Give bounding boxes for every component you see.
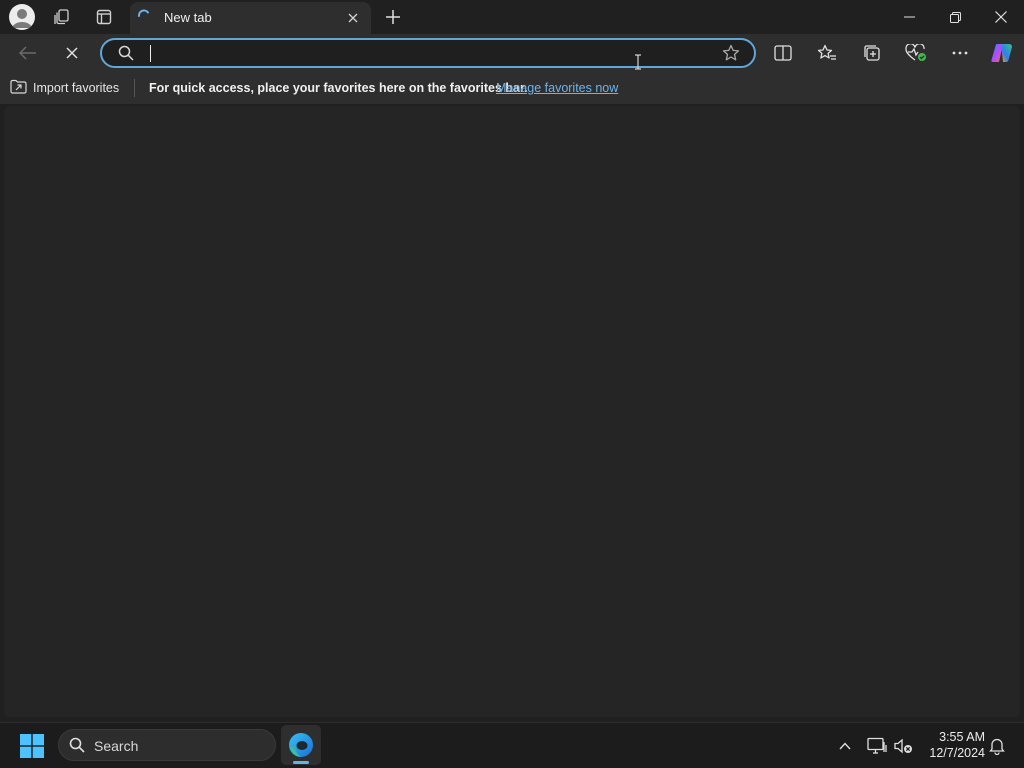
close-icon[interactable] xyxy=(341,6,365,30)
minimize-icon[interactable] xyxy=(886,0,932,34)
page-content[interactable] xyxy=(4,106,1020,717)
browser-essentials-icon[interactable] xyxy=(901,39,931,67)
manage-favorites-link[interactable]: Manage favorites now xyxy=(496,81,618,95)
collections-icon[interactable] xyxy=(857,39,887,67)
back-arrow-icon[interactable] xyxy=(13,39,43,67)
clock-time: 3:55 AM xyxy=(939,730,985,744)
clock-date: 12/7/2024 xyxy=(929,746,985,760)
taskbar-clock[interactable]: 3:55 AM 12/7/2024 xyxy=(919,729,985,761)
edge-icon[interactable] xyxy=(281,725,321,765)
windows-logo-icon[interactable] xyxy=(18,732,46,760)
search-icon xyxy=(69,737,85,758)
chevron-up-icon[interactable] xyxy=(833,734,857,758)
address-input[interactable] xyxy=(150,44,710,64)
vertical-tabs-icon[interactable] xyxy=(90,4,118,30)
import-folder-icon xyxy=(10,79,27,97)
text-cursor-icon xyxy=(634,54,642,75)
address-bar[interactable] xyxy=(100,38,756,68)
restore-icon[interactable] xyxy=(932,0,978,34)
favorites-bar: Import favorites For quick access, place… xyxy=(0,72,1024,104)
close-window-icon[interactable] xyxy=(978,0,1024,34)
search-icon xyxy=(118,45,134,66)
import-favorites-label: Import favorites xyxy=(33,81,120,95)
split-screen-icon[interactable] xyxy=(768,39,798,67)
star-icon[interactable] xyxy=(722,44,740,67)
import-favorites-button[interactable]: Import favorites xyxy=(10,79,119,97)
tab-title: New tab xyxy=(164,10,212,25)
plus-icon[interactable] xyxy=(380,4,406,30)
workspaces-icon[interactable] xyxy=(48,4,76,30)
taskbar-search-label: Search xyxy=(94,738,139,754)
divider xyxy=(134,79,135,97)
text-caret xyxy=(150,45,151,62)
taskbar: Search 3:55 AM 12/7/2024 xyxy=(0,722,1024,768)
notification-bell-icon[interactable] xyxy=(985,734,1009,758)
favorites-bar-message: For quick access, place your favorites h… xyxy=(149,81,528,95)
taskbar-search-box[interactable]: Search xyxy=(58,729,276,761)
loading-spinner-icon xyxy=(136,8,152,29)
browser-window: New tab Import favorites For quick acces… xyxy=(0,0,1024,722)
copilot-icon[interactable] xyxy=(987,39,1017,67)
favorites-icon[interactable] xyxy=(812,39,842,67)
volume-muted-icon[interactable] xyxy=(891,734,915,758)
network-icon[interactable] xyxy=(865,734,889,758)
tab-strip: New tab xyxy=(0,0,1024,34)
stop-icon[interactable] xyxy=(57,39,87,67)
navigation-toolbar xyxy=(0,34,1024,72)
more-icon[interactable] xyxy=(945,39,975,67)
tab-new-tab[interactable]: New tab xyxy=(130,2,371,34)
profile-icon[interactable] xyxy=(9,4,35,30)
